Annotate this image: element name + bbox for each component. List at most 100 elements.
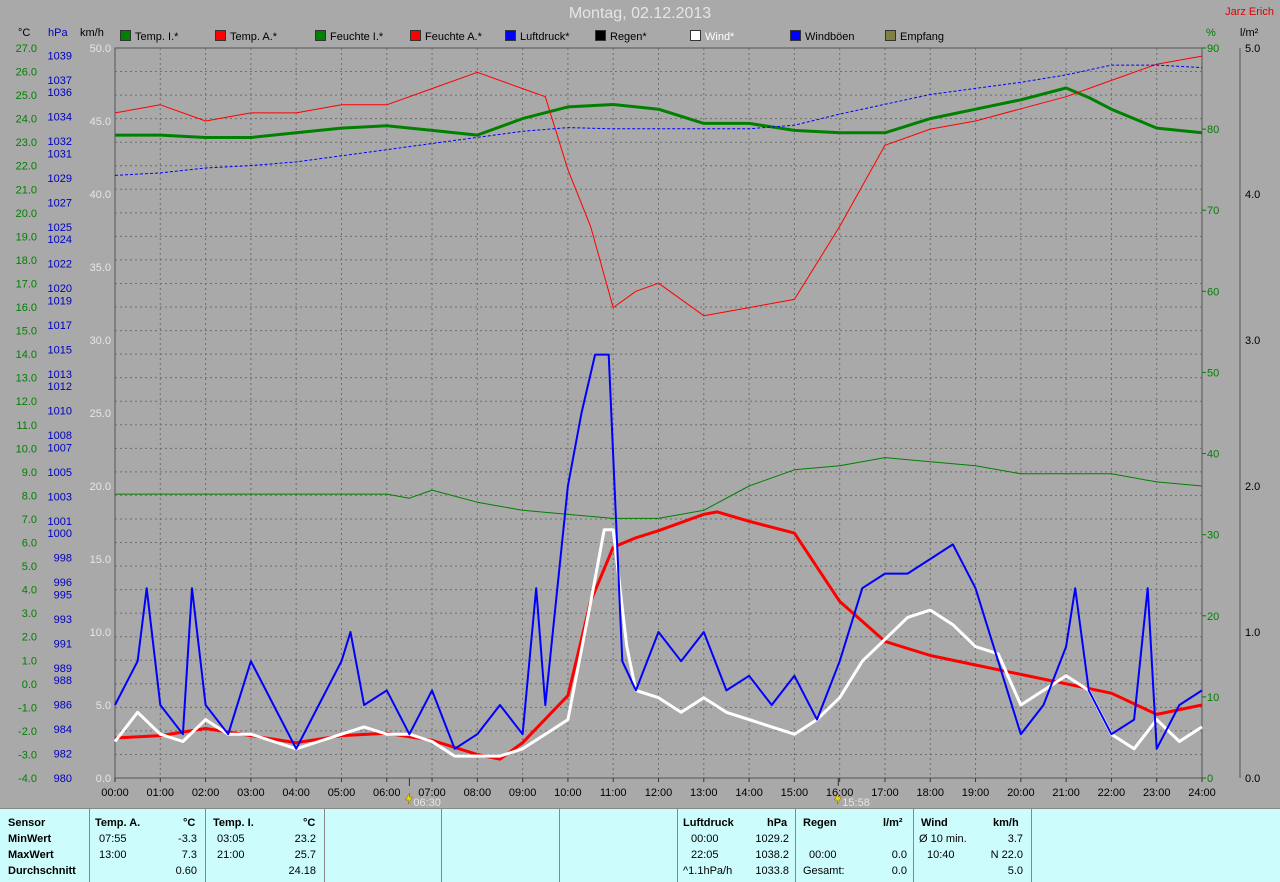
- temp-i-header: Temp. I.: [213, 817, 254, 829]
- pressure-tick-label: 1017: [48, 320, 72, 332]
- temp-tick-label: 1.0: [22, 655, 37, 667]
- rain-column: Regen l/m² 00:00 Gesamt: 0.0 0.0: [795, 809, 914, 882]
- sensor-column: Sensor MinWert MaxWert Durchschnitt: [0, 809, 90, 882]
- wind-column: Wind km/h Ø 10 min. 10:40 3.7 N 22.0 5.0: [913, 809, 1032, 882]
- pressure-tick-label: 1003: [48, 491, 72, 503]
- pressure-tick-label: 1008: [48, 430, 72, 442]
- pressure-tick-label: 998: [54, 553, 72, 565]
- x-tick-label: 00:00: [101, 787, 129, 799]
- temp-tick-label: -1.0: [18, 702, 37, 714]
- x-tick-label: 09:00: [509, 787, 537, 799]
- pressure-tick-label: 1013: [48, 369, 72, 381]
- humidity-tick-label: 10: [1207, 692, 1219, 704]
- rain-header: Regen: [803, 817, 837, 829]
- temp-tick-label: 16.0: [16, 302, 37, 314]
- temp-tick-label: 19.0: [16, 231, 37, 243]
- temp-tick-label: -2.0: [18, 726, 37, 738]
- pressure-avg: 1033.8: [755, 865, 789, 877]
- rain-tick-label: 4.0: [1245, 189, 1260, 201]
- temp-a-column: Temp. A. °C 07:55 13:00 -3.3 7.3 0.60: [89, 809, 206, 882]
- pressure-tick-label: 982: [54, 749, 72, 761]
- temp-tick-label: 9.0: [22, 467, 37, 479]
- temp-tick-label: 10.0: [16, 443, 37, 455]
- temp-tick-label: 18.0: [16, 255, 37, 267]
- wind-avg: 5.0: [1007, 865, 1023, 877]
- empty-column-3: [559, 809, 678, 882]
- x-tick-label: 18:00: [916, 787, 944, 799]
- wind-tick-label: 10.0: [90, 627, 111, 639]
- temp-tick-label: 11.0: [16, 420, 37, 432]
- pressure-tick-label: 1039: [48, 50, 72, 62]
- pressure-min-time: 00:00: [691, 833, 719, 845]
- temp-tick-label: -4.0: [18, 773, 37, 785]
- pressure-max-time: 22:05: [691, 849, 719, 861]
- temp-i-min: 23.2: [294, 833, 316, 845]
- pressure-tick-label: 993: [54, 614, 72, 626]
- x-tick-label: 02:00: [192, 787, 220, 799]
- pressure-min: 1029.2: [755, 833, 789, 845]
- wind-tick-label: 20.0: [90, 481, 111, 493]
- temp-tick-label: 0.0: [22, 679, 37, 691]
- rain-unit-label: l/m²: [1240, 27, 1259, 39]
- pressure-max: 1038.2: [755, 849, 789, 861]
- x-tick-label: 15:00: [781, 787, 809, 799]
- rain-tick-label: 1.0: [1245, 627, 1260, 639]
- temp-tick-label: 22.0: [16, 161, 37, 173]
- temp-i-unit: °C: [303, 817, 316, 829]
- pressure-unit-label: hPa: [48, 27, 68, 39]
- x-tick-label: 17:00: [871, 787, 899, 799]
- rain-unit: l/m²: [883, 817, 903, 829]
- pressure-tick-label: 1024: [48, 234, 72, 246]
- humidity-tick-label: 20: [1207, 611, 1219, 623]
- humidity-tick-label: 90: [1207, 43, 1219, 55]
- wind-tick-label: 30.0: [90, 335, 111, 347]
- pressure-tick-label: 1036: [48, 87, 72, 99]
- row-label-min: MinWert: [8, 833, 52, 845]
- x-tick-label: 19:00: [962, 787, 990, 799]
- pressure-tick-label: 1032: [48, 136, 72, 148]
- x-tick-label: 08:00: [464, 787, 492, 799]
- wind-tick-label: 40.0: [90, 189, 111, 201]
- rain-max: 0.0: [891, 849, 907, 861]
- x-tick-label: 05:00: [328, 787, 356, 799]
- temp-tick-label: 27.0: [16, 43, 37, 55]
- x-tick-label: 13:00: [690, 787, 718, 799]
- humidity-tick-label: 80: [1207, 124, 1219, 136]
- temp-i-max: 25.7: [294, 849, 316, 861]
- x-tick-label: 14:00: [735, 787, 763, 799]
- temp-a-min-time: 07:55: [99, 833, 127, 845]
- x-tick-label: 24:00: [1188, 787, 1216, 799]
- x-tick-label: 06:00: [373, 787, 401, 799]
- temp-i-min-time: 03:05: [217, 833, 245, 845]
- pressure-header: Luftdruck: [683, 817, 734, 829]
- wind-avg-label: Ø 10 min.: [919, 833, 967, 845]
- sensor-header: Sensor: [8, 817, 46, 829]
- sun-marker-label: 15:58: [842, 797, 870, 808]
- x-tick-label: 11:00: [600, 787, 627, 799]
- pressure-tick-label: 986: [54, 700, 72, 712]
- wind-max: N 22.0: [990, 849, 1023, 861]
- weather-chart: °C hPa km/h% l/m² -4.0 -3.0 -2.0 -1.0 0.0 1.0 2.0 3…: [16, 27, 1261, 808]
- pressure-tick-label: 1025: [48, 222, 72, 234]
- pressure-tick-label: 1020: [48, 283, 72, 295]
- pressure-tick-label: 984: [54, 724, 72, 736]
- temp-a-header: Temp. A.: [95, 817, 141, 829]
- wind-avg-10min: 3.7: [1007, 833, 1023, 845]
- pressure-tick-label: 1010: [48, 406, 72, 418]
- pressure-column: Luftdruck hPa 00:00 22:05 ^1.1hPa/h 1029…: [677, 809, 796, 882]
- temp-tick-label: 2.0: [22, 632, 37, 644]
- x-tick-label: 22:00: [1098, 787, 1126, 799]
- pressure-tick-label: 996: [54, 577, 72, 589]
- pressure-tick-label: 988: [54, 675, 72, 687]
- pressure-tick-label: 1015: [48, 344, 72, 356]
- humidity-tick-label: 40: [1207, 449, 1219, 461]
- temp-tick-label: 26.0: [16, 67, 37, 79]
- temp-tick-label: 4.0: [22, 585, 37, 597]
- temp-a-avg: 0.60: [175, 865, 197, 877]
- pressure-unit: hPa: [767, 817, 788, 829]
- humidity-tick-label: 30: [1207, 530, 1219, 542]
- x-tick-label: 21:00: [1052, 787, 1080, 799]
- temp-tick-label: 17.0: [16, 278, 37, 290]
- pressure-tick-label: 989: [54, 663, 72, 675]
- wind-tick-label: 15.0: [90, 554, 111, 566]
